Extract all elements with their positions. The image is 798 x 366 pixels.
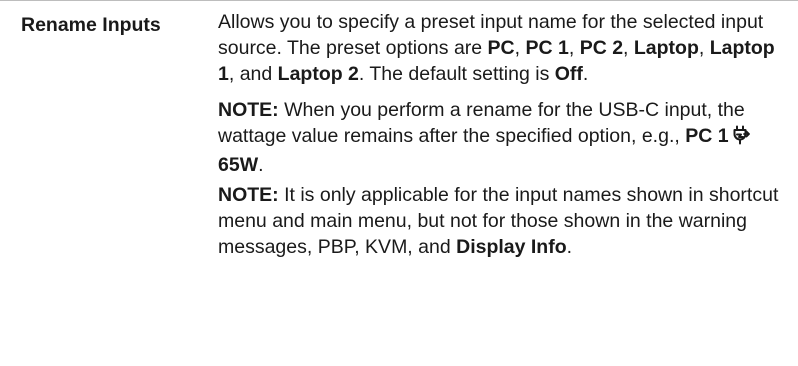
power-plug-icon [732, 125, 750, 152]
example-wattage: 65W [218, 154, 259, 176]
separator: , [514, 37, 526, 59]
separator: , [698, 37, 710, 59]
setting-description: Allows you to specify a preset input nam… [218, 9, 790, 260]
separator: , [623, 37, 634, 59]
option-laptop: Laptop [633, 37, 699, 59]
option-laptop-2: Laptop 2 [277, 63, 359, 85]
description-text: . The default setting is [358, 63, 555, 85]
description-paragraph: Allows you to specify a preset input nam… [218, 9, 790, 87]
period: . [258, 154, 264, 176]
option-pc-2: PC 2 [579, 37, 624, 59]
option-pc-1: PC 1 [525, 37, 569, 59]
table-row: Rename Inputs Allows you to specify a pr… [0, 0, 798, 366]
note-label: NOTE: [218, 99, 279, 121]
setting-term: Rename Inputs [21, 14, 161, 36]
note-paragraph-scope: NOTE: It is only applicable for the inpu… [218, 182, 790, 260]
note-text: When you perform a rename for the USB-C … [218, 99, 745, 147]
option-pc: PC [487, 37, 515, 59]
period: . [566, 236, 573, 258]
separator: , and [228, 63, 278, 85]
note-label: NOTE: [218, 184, 279, 206]
period: . [582, 63, 589, 85]
separator: , [568, 37, 580, 59]
note-paragraph-usb-c: NOTE: When you perform a rename for the … [218, 97, 790, 178]
display-info-emphasis: Display Info [456, 236, 567, 258]
default-value: Off [554, 63, 583, 85]
example-input-name: PC 1 [685, 125, 729, 147]
